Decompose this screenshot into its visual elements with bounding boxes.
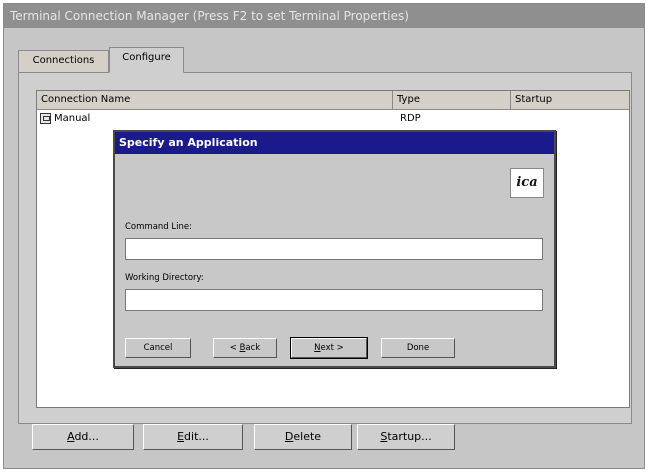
back-button-text: ack	[245, 343, 261, 353]
tab-configure[interactable]: Configure	[109, 47, 184, 73]
tab-connections[interactable]: Connections	[18, 50, 109, 72]
column-header-type[interactable]: Type	[393, 91, 511, 110]
next-button-text: ext >	[320, 343, 344, 353]
startup-button-text: tartup...	[387, 430, 432, 443]
add-button-text: dd...	[74, 430, 99, 443]
startup-button[interactable]: Startup...	[357, 424, 455, 450]
column-header-startup[interactable]: Startup	[511, 91, 629, 110]
edit-button-hotkey: E	[177, 430, 185, 443]
edit-button-text: dit...	[184, 430, 209, 443]
working-directory-input[interactable]	[125, 289, 543, 311]
add-button[interactable]: Add...	[32, 424, 134, 450]
list-header: Connection Name Type Startup	[37, 91, 629, 110]
dialog-title: Specify an Application	[115, 132, 554, 154]
delete-button[interactable]: Delete	[254, 424, 352, 450]
column-header-connection-name[interactable]: Connection Name	[37, 91, 393, 110]
connection-icon	[40, 113, 51, 124]
connection-name: Manual	[54, 113, 91, 124]
specify-application-dialog: Specify an Application ica Command Line:…	[113, 130, 556, 368]
window-title: Terminal Connection Manager (Press F2 to…	[4, 4, 644, 28]
ica-logo-icon: ica	[510, 168, 544, 198]
list-item[interactable]: Manual RDP	[40, 111, 620, 127]
working-directory-label: Working Directory:	[125, 273, 204, 283]
next-button[interactable]: Next >	[290, 337, 368, 359]
delete-button-text: elete	[293, 430, 322, 443]
command-line-label: Command Line:	[125, 222, 192, 232]
done-button[interactable]: Done	[381, 338, 455, 358]
connection-type: RDP	[400, 113, 421, 124]
back-button-prefix: <	[229, 343, 240, 353]
back-button[interactable]: < Back	[213, 338, 277, 358]
command-line-input[interactable]	[125, 238, 543, 260]
edit-button[interactable]: Edit...	[143, 424, 243, 450]
cancel-button[interactable]: Cancel	[125, 338, 191, 358]
